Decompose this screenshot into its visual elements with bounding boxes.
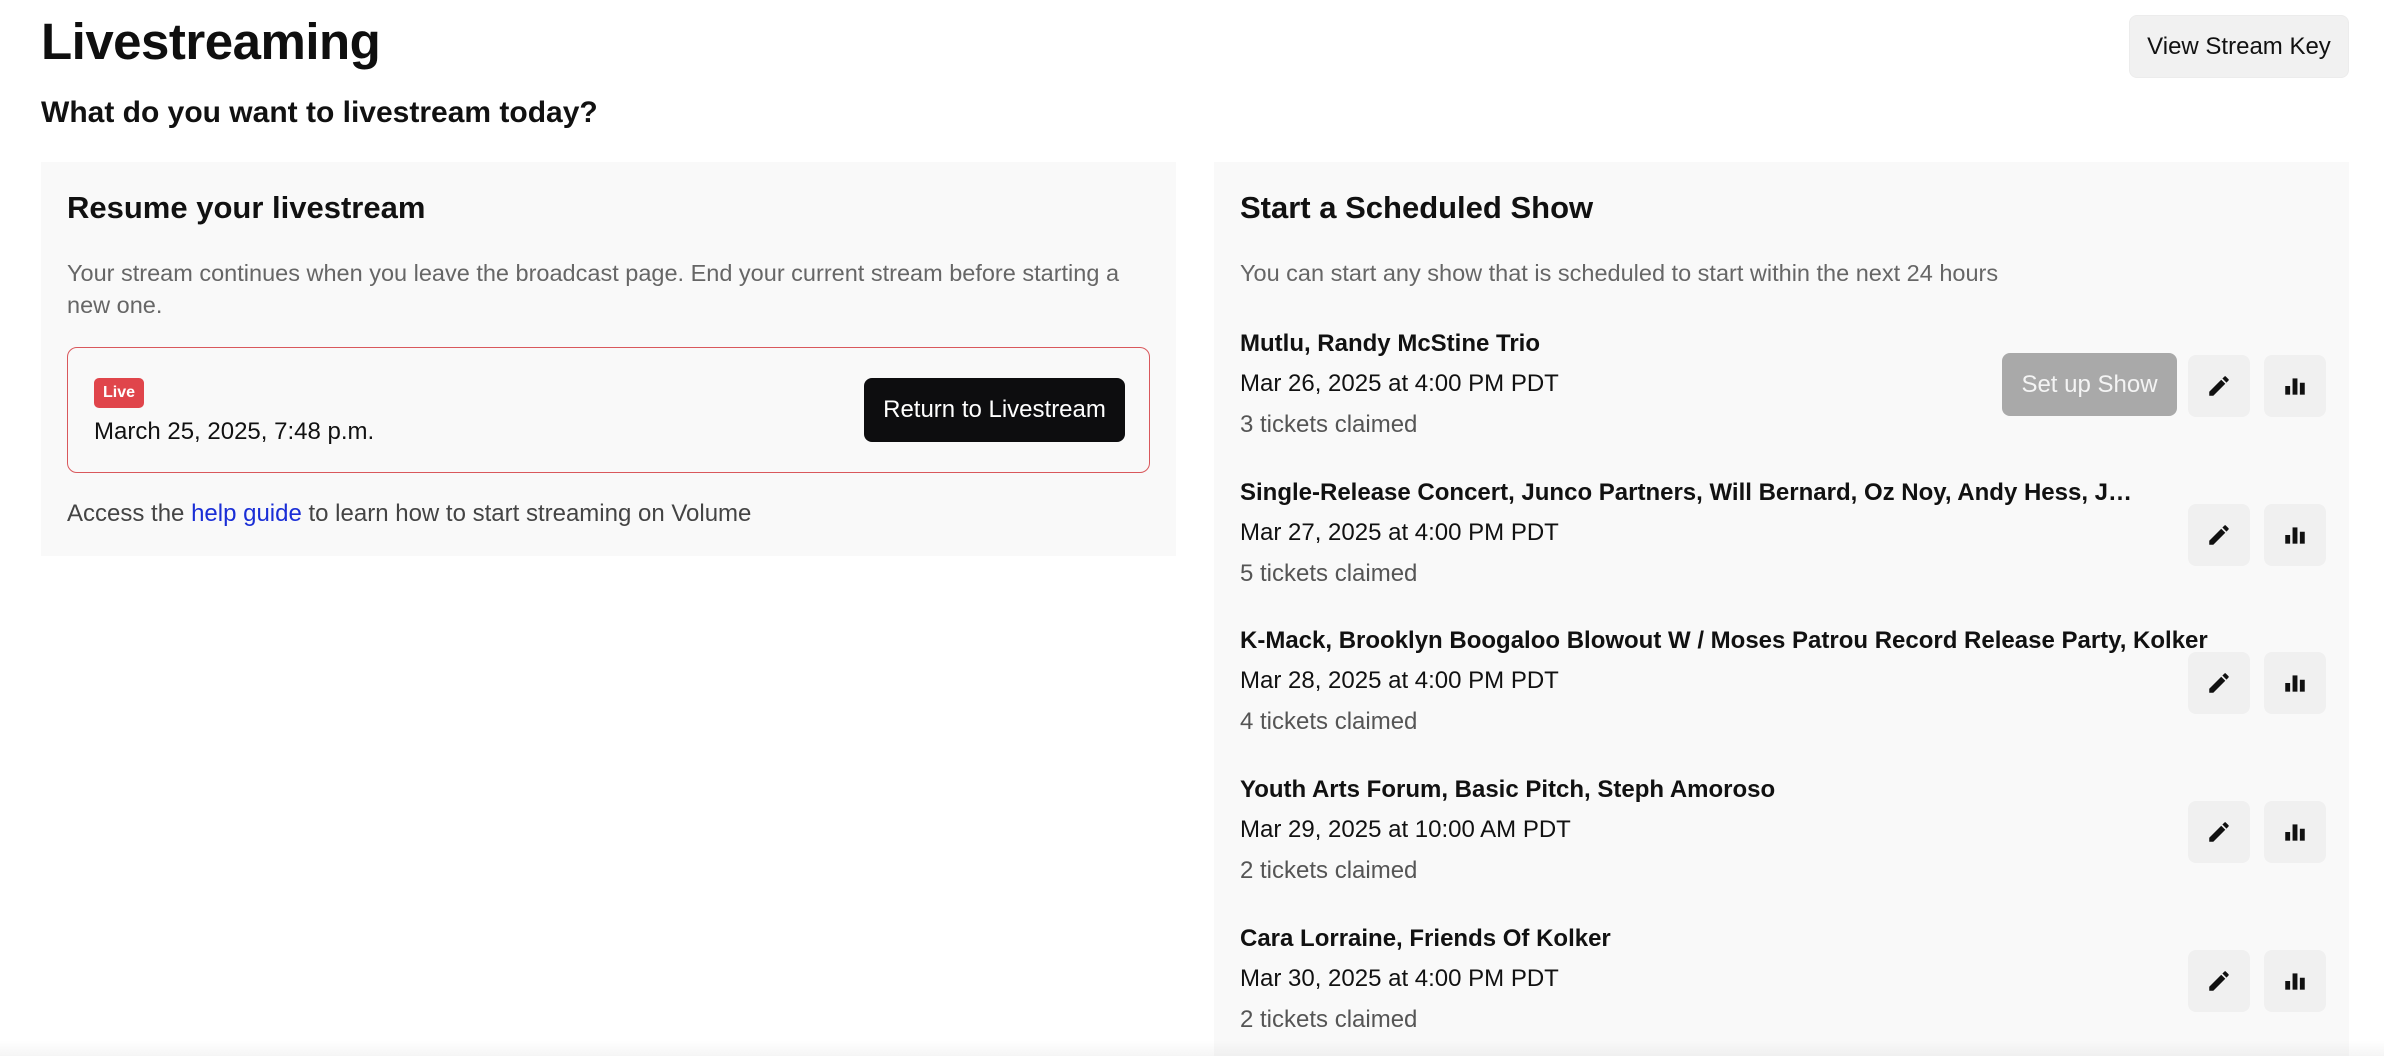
show-date: Mar 29, 2025 at 10:00 AM PDT — [1240, 816, 1571, 843]
help-line: Access the help guide to learn how to st… — [67, 498, 751, 530]
resume-panel-description: Your stream continues when you leave the… — [67, 260, 1120, 318]
bar-chart-icon — [2285, 824, 2305, 841]
show-item: K-Mack, Brooklyn Boogaloo Blowout W / Mo… — [1240, 625, 2330, 755]
view-stream-key-button[interactable]: View Stream Key — [2129, 15, 2349, 78]
show-title: K-Mack, Brooklyn Boogaloo Blowout W / Mo… — [1240, 627, 2208, 654]
bar-chart-icon — [2285, 378, 2305, 395]
show-stats-button[interactable] — [2264, 652, 2326, 714]
show-tickets: 2 tickets claimed — [1240, 1006, 1418, 1033]
show-stats-button[interactable] — [2264, 504, 2326, 566]
page-title: Livestreaming — [41, 13, 381, 70]
edit-show-button[interactable] — [2188, 355, 2250, 417]
show-date: Mar 30, 2025 at 4:00 PM PDT — [1240, 965, 1559, 992]
bar-chart-icon — [2285, 973, 2305, 990]
current-livestream-card: Live March 25, 2025, 7:48 p.m. Return to… — [67, 347, 1150, 473]
set-up-show-button[interactable]: Set up Show — [2002, 353, 2177, 416]
show-date: Mar 28, 2025 at 4:00 PM PDT — [1240, 667, 1559, 694]
show-stats-button[interactable] — [2264, 950, 2326, 1012]
edit-show-button[interactable] — [2188, 950, 2250, 1012]
show-item: Cara Lorraine, Friends Of Kolker Mar 30,… — [1240, 923, 2330, 1053]
show-item: Mutlu, Randy McStine Trio Mar 26, 2025 a… — [1240, 328, 2330, 458]
show-item: Single-Release Concert, Junco Partners, … — [1240, 477, 2330, 607]
scheduled-panel-description: You can start any show that is scheduled… — [1240, 260, 1999, 286]
show-title: Single-Release Concert, Junco Partners, … — [1240, 479, 2140, 506]
show-title: Youth Arts Forum, Basic Pitch, Steph Amo… — [1240, 776, 1776, 803]
pencil-icon — [2209, 376, 2229, 396]
edit-show-button[interactable] — [2188, 801, 2250, 863]
edit-show-button[interactable] — [2188, 504, 2250, 566]
resume-livestream-panel: Resume your livestream Your stream conti… — [41, 162, 1176, 556]
show-item: Youth Arts Forum, Basic Pitch, Steph Amo… — [1240, 774, 2330, 904]
pencil-icon — [2209, 971, 2229, 991]
show-tickets: 4 tickets claimed — [1240, 708, 1418, 735]
show-tickets: 3 tickets claimed — [1240, 411, 1418, 438]
bar-chart-icon — [2285, 675, 2305, 692]
help-guide-link[interactable]: help guide — [191, 500, 302, 527]
pencil-icon — [2209, 525, 2229, 545]
show-tickets: 2 tickets claimed — [1240, 857, 1418, 884]
show-tickets: 5 tickets claimed — [1240, 560, 1418, 587]
livestream-date: March 25, 2025, 7:48 p.m. — [94, 418, 375, 445]
scheduled-panel-title: Start a Scheduled Show — [1240, 190, 1594, 225]
show-stats-button[interactable] — [2264, 355, 2326, 417]
show-date: Mar 26, 2025 at 4:00 PM PDT — [1240, 370, 1559, 397]
pencil-icon — [2209, 673, 2229, 693]
return-to-livestream-button[interactable]: Return to Livestream — [864, 378, 1125, 442]
help-prefix: Access the — [67, 500, 185, 527]
show-date: Mar 27, 2025 at 4:00 PM PDT — [1240, 519, 1559, 546]
show-title: Cara Lorraine, Friends Of Kolker — [1240, 925, 1611, 952]
pencil-icon — [2209, 822, 2229, 842]
help-suffix: to learn how to start streaming on Volum… — [308, 500, 752, 527]
show-title: Mutlu, Randy McStine Trio — [1240, 330, 1541, 357]
bar-chart-icon — [2285, 527, 2305, 544]
resume-panel-title: Resume your livestream — [67, 190, 426, 225]
page-subtitle: What do you want to livestream today? — [41, 96, 598, 129]
scheduled-show-panel: Start a Scheduled Show You can start any… — [1214, 162, 2349, 1056]
edit-show-button[interactable] — [2188, 652, 2250, 714]
live-badge: Live — [94, 378, 145, 408]
show-stats-button[interactable] — [2264, 801, 2326, 863]
